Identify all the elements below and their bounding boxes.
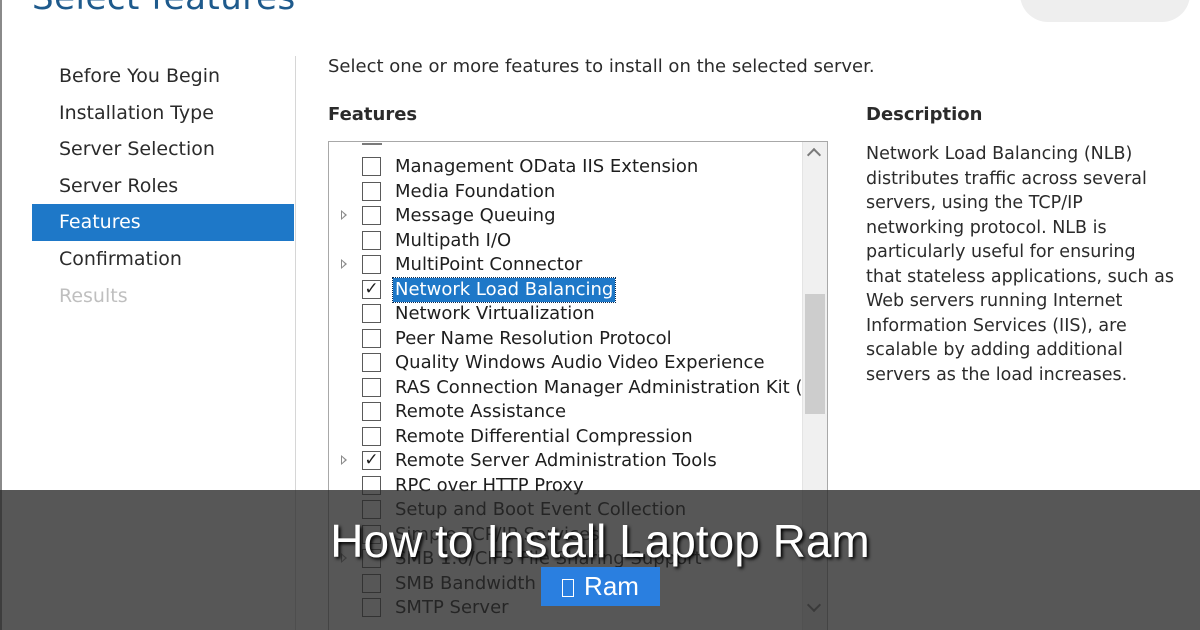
- description-heading: Description: [866, 104, 983, 125]
- feature-label[interactable]: Network Load Balancing: [391, 276, 617, 303]
- nav-item-confirmation[interactable]: Confirmation: [32, 241, 294, 278]
- feature-checkbox[interactable]: [362, 402, 381, 421]
- feature-label[interactable]: Network Virtualization: [393, 302, 597, 326]
- feature-label[interactable]: RAS Connection Manager Administration Ki…: [393, 376, 827, 400]
- feature-description: Network Load Balancing (NLB) distributes…: [866, 144, 1174, 385]
- nav-item-features[interactable]: Features: [32, 204, 294, 241]
- feature-checkbox[interactable]: [362, 304, 381, 323]
- feature-label[interactable]: Peer Name Resolution Protocol: [393, 327, 674, 351]
- feature-row[interactable]: RAS Connection Manager Administration Ki…: [329, 376, 827, 401]
- feature-label[interactable]: Remote Server Administration Tools: [393, 449, 719, 473]
- expand-arrow-icon[interactable]: [341, 259, 347, 269]
- feature-checkbox[interactable]: [362, 426, 381, 446]
- feature-checkbox[interactable]: [362, 328, 381, 348]
- instruction-text: Select one or more features to install o…: [328, 56, 875, 77]
- feature-label[interactable]: Remote Assistance: [393, 400, 568, 424]
- features-heading: Features: [328, 104, 418, 125]
- folder-icon: [562, 579, 575, 597]
- feature-checkbox[interactable]: [362, 157, 381, 176]
- nav-item-before-you-begin[interactable]: Before You Begin: [32, 58, 294, 95]
- feature-label[interactable]: Message Queuing: [393, 204, 558, 228]
- overlay-title: How to Install Laptop Ram: [330, 515, 870, 567]
- category-tag[interactable]: Ram: [541, 567, 660, 606]
- feature-checkbox[interactable]: [362, 230, 381, 250]
- feature-label[interactable]: Management OData IIS Extension: [393, 155, 700, 179]
- server-manager-wizard: Select features Before You BeginInstalla…: [0, 0, 1200, 630]
- page-title: Select features: [32, 0, 296, 18]
- feature-label[interactable]: Multipath I/O: [393, 229, 513, 253]
- feature-row[interactable]: Multipath I/O: [329, 229, 801, 254]
- category-tag-label: Ram: [584, 571, 639, 601]
- feature-row[interactable]: Management OData IIS Extension: [329, 155, 801, 180]
- feature-checkbox[interactable]: [362, 206, 381, 225]
- wizard-steps-nav: Before You Begin Installation Type Server …: [32, 58, 294, 314]
- feature-checkbox[interactable]: ✓: [362, 451, 381, 470]
- feature-row[interactable]: Remote Differential Compression: [329, 425, 801, 450]
- feature-row[interactable]: Network Virtualization: [329, 302, 801, 327]
- feature-row[interactable]: Message Queuing: [329, 204, 801, 229]
- feature-row[interactable]: MultiPoint Connector: [329, 253, 801, 278]
- scroll-thumb[interactable]: [805, 294, 825, 414]
- feature-label[interactable]: Media Foundation: [393, 180, 557, 204]
- partial-row-edge: [362, 143, 382, 145]
- feature-row[interactable]: Media Foundation: [329, 180, 801, 205]
- feature-checkbox[interactable]: [362, 181, 381, 201]
- feature-label[interactable]: Quality Windows Audio Video Experience: [393, 351, 767, 375]
- expand-arrow-icon[interactable]: [341, 455, 347, 465]
- feature-row[interactable]: ✓ Remote Server Administration Tools: [329, 449, 801, 474]
- scroll-up-icon[interactable]: [806, 147, 822, 163]
- feature-row[interactable]: Remote Assistance: [329, 400, 801, 425]
- nav-item-server-selection[interactable]: Server Selection: [32, 131, 294, 168]
- feature-label[interactable]: Remote Differential Compression: [393, 425, 695, 449]
- nav-item-installation-type[interactable]: Installation Type: [32, 95, 294, 132]
- feature-row[interactable]: ✓ Network Load Balancing: [329, 276, 801, 303]
- article-overlay-banner: How to Install Laptop Ram Ram: [0, 490, 1200, 630]
- feature-label[interactable]: MultiPoint Connector: [393, 253, 584, 277]
- feature-row[interactable]: Quality Windows Audio Video Experience: [329, 351, 801, 376]
- feature-checkbox[interactable]: [362, 255, 381, 274]
- feature-checkbox[interactable]: [362, 353, 381, 372]
- feature-checkbox[interactable]: ✓: [362, 279, 381, 299]
- nav-item-results: Results: [59, 284, 128, 307]
- nav-item-server-roles[interactable]: Server Roles: [32, 168, 294, 205]
- feature-checkbox[interactable]: [362, 377, 381, 397]
- feature-row[interactable]: Peer Name Resolution Protocol: [329, 327, 801, 352]
- window-control-area: [1020, 0, 1190, 22]
- expand-arrow-icon[interactable]: [341, 210, 347, 220]
